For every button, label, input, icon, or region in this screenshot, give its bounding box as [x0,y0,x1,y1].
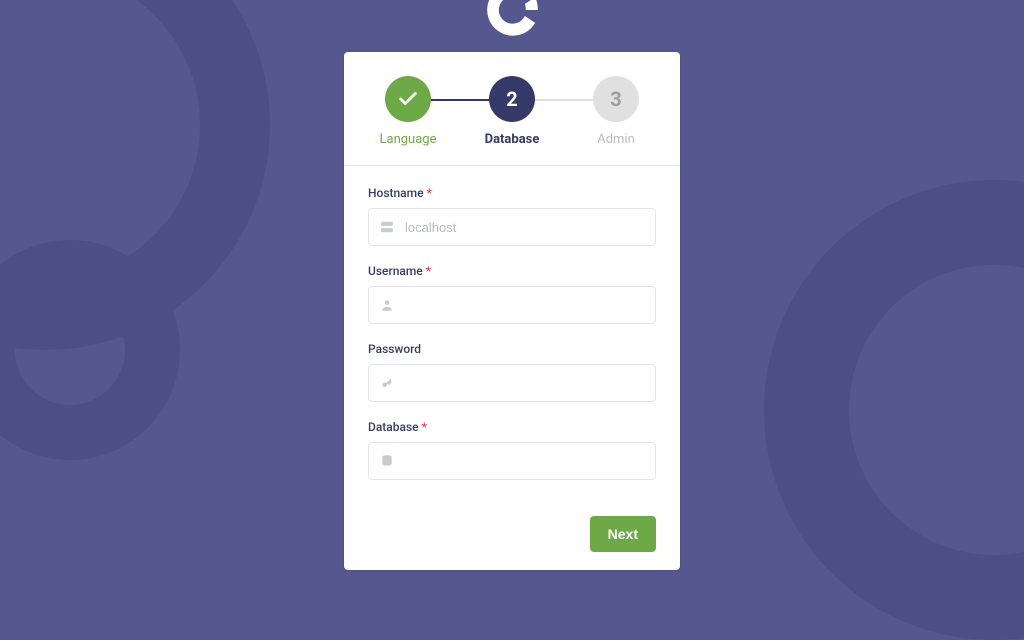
form-actions: Next [344,516,680,570]
step-label: Database [485,132,540,147]
step-label: Language [380,132,437,147]
database-field-group: Database * [368,420,656,480]
decorative-arc [764,180,1024,640]
required-mark: * [427,186,432,200]
password-input[interactable] [405,365,655,401]
username-label: Username * [368,264,656,278]
step-database[interactable]: 2 Database [472,76,552,147]
step-number: 2 [489,76,535,122]
database-icon [369,454,405,468]
password-field-group: Password [368,342,656,402]
database-label: Database * [368,420,656,434]
step-label: Admin [597,132,635,147]
hostname-input[interactable] [405,209,655,245]
step-number: 3 [593,76,639,122]
server-icon [369,220,405,234]
step-language[interactable]: Language [368,76,448,147]
hostname-label: Hostname * [368,186,656,200]
key-icon [369,376,405,390]
password-label: Password [368,342,656,356]
database-input[interactable] [405,443,655,479]
step-admin: 3 Admin [576,76,656,147]
username-input[interactable] [405,287,655,323]
user-icon [369,298,405,312]
stepper: Language 2 Database 3 Admin [344,52,680,166]
check-icon [397,88,419,110]
next-button[interactable]: Next [590,516,656,552]
username-field-group: Username * [368,264,656,324]
hostname-field-group: Hostname * [368,186,656,246]
akaunting-logo [477,0,547,40]
installer-card: Language 2 Database 3 Admin Hostname * [344,52,680,570]
required-mark: * [422,420,427,434]
database-form: Hostname * Username * Password [344,166,680,516]
required-mark: * [426,264,431,278]
